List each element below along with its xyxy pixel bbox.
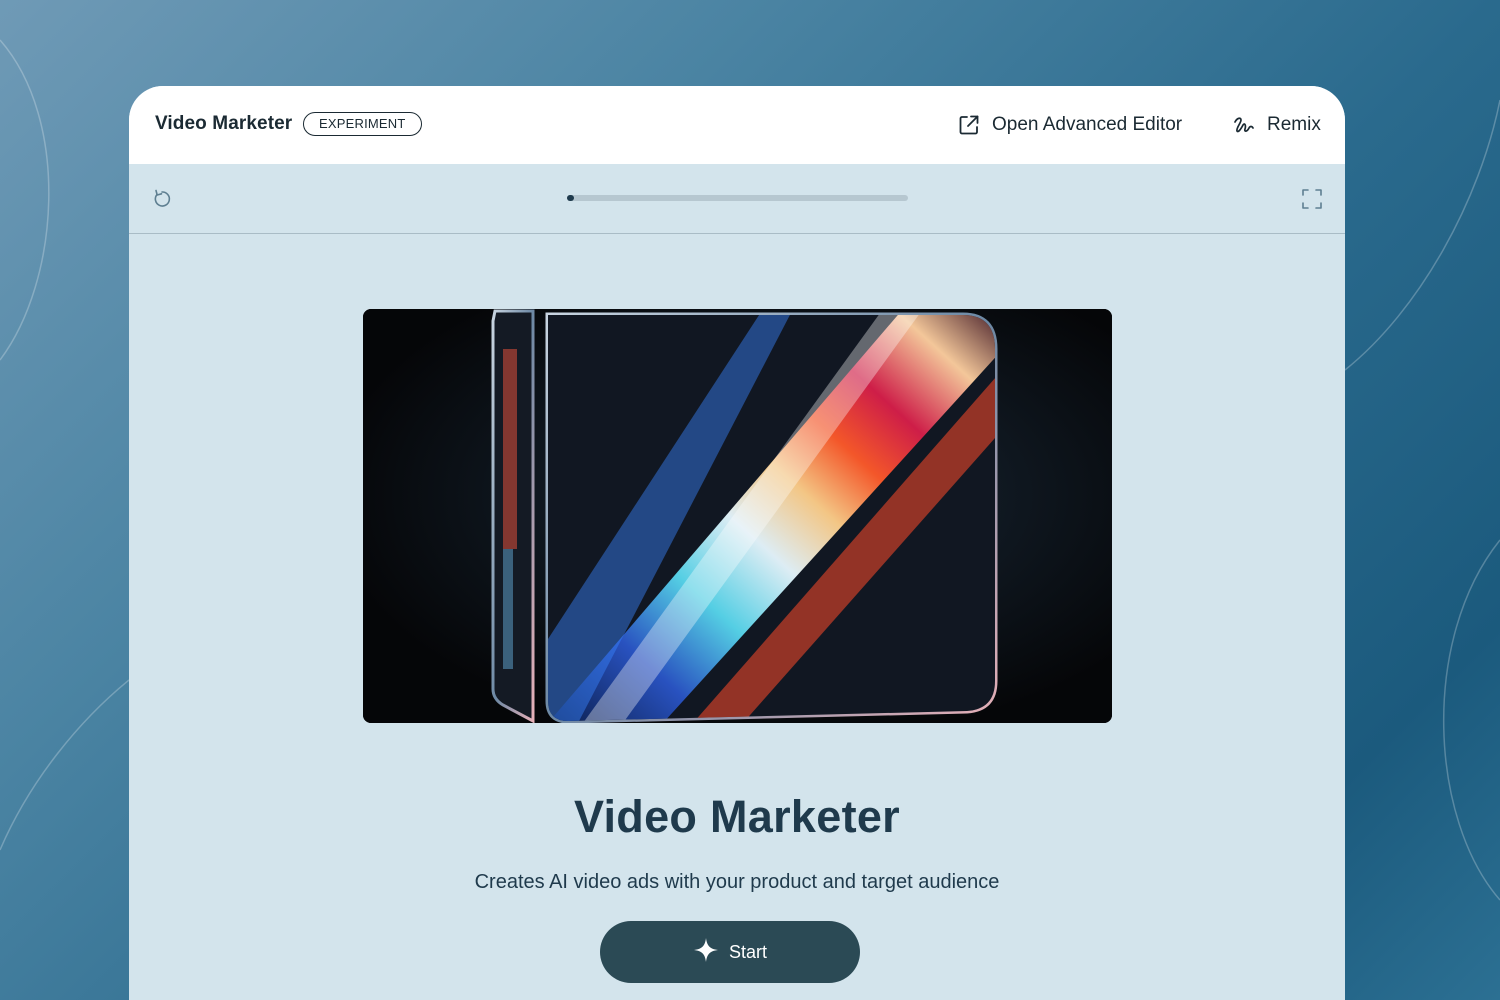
hero-image: [363, 309, 1112, 723]
progress-fill: [567, 195, 574, 201]
page-title: Video Marketer: [573, 791, 900, 842]
experiment-badge: EXPERIMENT: [303, 112, 422, 136]
start-button[interactable]: Start: [600, 921, 860, 983]
page-subtitle: Creates AI video ads with your product a…: [474, 871, 1000, 893]
start-label: Start: [728, 941, 767, 962]
reload-icon[interactable]: [151, 188, 173, 215]
progress-bar[interactable]: [567, 195, 908, 201]
app-window: Video Marketer EXPERIMENT Open Advanced …: [129, 86, 1345, 1000]
player-toolbar: [129, 164, 1345, 234]
app-title: Video Marketer: [155, 113, 293, 134]
remix-label: Remix: [1267, 114, 1321, 135]
sparkle-icon: [693, 937, 719, 968]
fullscreen-icon[interactable]: [1301, 188, 1323, 215]
app-header: Video Marketer EXPERIMENT Open Advanced …: [129, 86, 1345, 164]
open-advanced-editor-button[interactable]: Open Advanced Editor: [958, 112, 1182, 138]
remix-button[interactable]: Remix: [1233, 112, 1321, 138]
open-advanced-editor-label: Open Advanced Editor: [992, 114, 1183, 135]
external-link-icon: [958, 114, 980, 136]
remix-icon: [1233, 114, 1255, 136]
